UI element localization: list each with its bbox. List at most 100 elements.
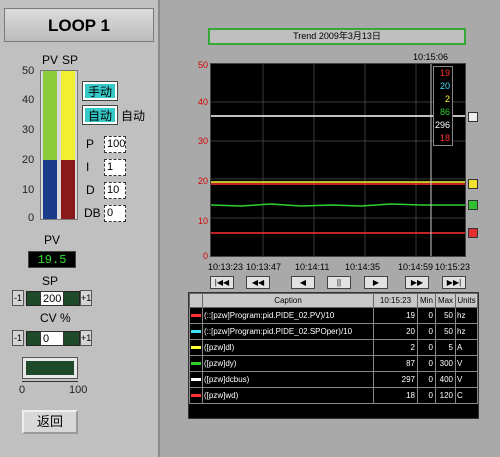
nav-last-button[interactable]: ▶▶| xyxy=(442,276,466,289)
scale-tick: 0 xyxy=(28,212,35,224)
manual-button[interactable]: 手动 xyxy=(82,81,118,101)
sp-value-input[interactable]: 200 xyxy=(40,291,64,306)
cursor-value-sp: 20 xyxy=(439,81,450,91)
cv-increment-button[interactable]: +1 xyxy=(80,330,92,346)
trend-grid xyxy=(211,64,465,256)
header-caption[interactable]: Caption xyxy=(202,293,374,308)
header-min[interactable]: Min xyxy=(417,293,436,308)
row-units: C xyxy=(455,387,478,404)
table-row[interactable]: ([pzw]dy) 87 0 300 V xyxy=(189,355,478,372)
header-max[interactable]: Max xyxy=(435,293,456,308)
scale-tick: 50 xyxy=(22,65,35,77)
row-units: hz xyxy=(455,323,478,340)
trace-marker-dy[interactable] xyxy=(468,200,478,210)
cursor-value-wd: 18 xyxy=(439,133,450,143)
table-row[interactable]: ([pzw]dl) 2 0 5 A xyxy=(189,339,478,356)
cursor-time: 10:15:06 xyxy=(413,52,449,62)
trend-plot-svg xyxy=(211,64,465,256)
cv-scale-line xyxy=(22,381,78,382)
row-min: 0 xyxy=(417,339,436,356)
row-caption: ([pzw]dcbus) xyxy=(202,371,374,388)
trace-marker-wd[interactable] xyxy=(468,228,478,238)
row-value: 20 xyxy=(373,323,418,340)
cv-slider-label: CV % xyxy=(40,311,71,325)
param-i-input[interactable]: 1 xyxy=(104,159,126,176)
cv-scale-max: 100 xyxy=(69,384,88,396)
row-min: 0 xyxy=(417,323,436,340)
cv-decrement-button[interactable]: -1 xyxy=(12,330,24,346)
row-units: V xyxy=(455,355,478,372)
trend-legend-table: Caption 10:15:23 Min Max Units (::[pzw]P… xyxy=(188,292,479,419)
trend-plot[interactable]: 19 20 2 86 296 18 xyxy=(210,63,466,257)
trend-x-label: 10:14:59 xyxy=(398,262,434,272)
sp-slider-label: SP xyxy=(42,274,59,288)
sp-bar-label: SP xyxy=(62,53,79,67)
trace-marker-dl[interactable] xyxy=(468,179,478,189)
row-min: 0 xyxy=(417,371,436,388)
pv-bar-fill xyxy=(43,159,57,219)
row-color-swatch xyxy=(189,339,203,356)
row-value: 19 xyxy=(373,307,418,324)
table-row[interactable]: ([pzw]wd) 18 0 120 C xyxy=(189,387,478,404)
trend-y-tick: 40 xyxy=(198,97,209,107)
param-label-p: P xyxy=(86,137,95,151)
table-row[interactable]: ([pzw]dcbus) 297 0 400 V xyxy=(189,371,478,388)
trend-line-dy xyxy=(211,203,465,207)
nav-forward-button[interactable]: ▶ xyxy=(364,276,388,289)
row-max: 400 xyxy=(435,371,456,388)
row-color-swatch xyxy=(189,355,203,372)
table-row[interactable]: (::[pzw]Program:pid.PIDE_02.PV)/10 19 0 50 h… xyxy=(189,307,478,324)
trend-title: Trend 2009年3月13日 xyxy=(208,28,466,45)
row-caption: (::[pzw]Program:pid.PIDE_02.SPOper)/10 xyxy=(202,323,374,340)
cv-scale-min: 0 xyxy=(19,384,26,396)
trace-marker-dcbus[interactable] xyxy=(468,112,478,122)
row-units: hz xyxy=(455,307,478,324)
scale-tick: 20 xyxy=(22,154,35,166)
param-label-i: I xyxy=(86,160,90,174)
scale-tick: 40 xyxy=(22,94,35,106)
row-units: A xyxy=(455,339,478,356)
header-value[interactable]: 10:15:23 xyxy=(373,293,418,308)
row-color-swatch xyxy=(189,387,203,404)
sp-increment-button[interactable]: +1 xyxy=(80,290,92,306)
param-p-input[interactable]: 100 xyxy=(104,136,126,153)
row-value: 297 xyxy=(373,371,418,388)
header-color xyxy=(189,293,203,308)
header-units[interactable]: Units xyxy=(455,293,478,308)
trend-x-label: 10:15:23 xyxy=(435,262,471,272)
nav-back-button[interactable]: ◀ xyxy=(291,276,315,289)
row-value: 2 xyxy=(373,339,418,356)
nav-rewind-button[interactable]: ◀◀ xyxy=(246,276,270,289)
row-max: 50 xyxy=(435,323,456,340)
trend-y-tick: 0 xyxy=(203,251,209,261)
pv-bar-label: PV xyxy=(42,53,59,67)
trend-x-label: 10:13:47 xyxy=(246,262,282,272)
pv-sp-bar-graph xyxy=(40,70,78,220)
param-db-input[interactable]: 0 xyxy=(104,205,126,222)
nav-pause-button[interactable]: || xyxy=(327,276,351,289)
cv-output-fill xyxy=(26,361,74,375)
cv-output-bar xyxy=(22,357,78,379)
auto-button[interactable]: 自动 xyxy=(82,105,118,125)
mode-status: 自动 xyxy=(121,109,146,123)
sp-decrement-button[interactable]: -1 xyxy=(12,290,24,306)
row-caption: ([pzw]wd) xyxy=(202,387,374,404)
table-row[interactable]: (::[pzw]Program:pid.PIDE_02.SPOper)/10 20… xyxy=(189,323,478,340)
row-min: 0 xyxy=(417,307,436,324)
row-caption: (::[pzw]Program:pid.PIDE_02.PV)/10 xyxy=(202,307,374,324)
row-min: 0 xyxy=(417,387,436,404)
row-max: 50 xyxy=(435,307,456,324)
nav-fast-forward-button[interactable]: ▶▶ xyxy=(405,276,429,289)
row-color-swatch xyxy=(189,323,203,340)
param-d-input[interactable]: 10 xyxy=(104,182,126,199)
row-max: 5 xyxy=(435,339,456,356)
scale-tick: 10 xyxy=(22,184,35,196)
cv-value-input[interactable]: 0 xyxy=(40,331,64,346)
row-max: 300 xyxy=(435,355,456,372)
back-button[interactable]: 返回 xyxy=(22,410,78,434)
nav-first-button[interactable]: |◀◀ xyxy=(210,276,234,289)
cursor-value-pv: 19 xyxy=(439,68,450,78)
trend-x-label: 10:13:23 xyxy=(208,262,244,272)
trend-y-tick: 20 xyxy=(198,176,209,186)
row-max: 120 xyxy=(435,387,456,404)
